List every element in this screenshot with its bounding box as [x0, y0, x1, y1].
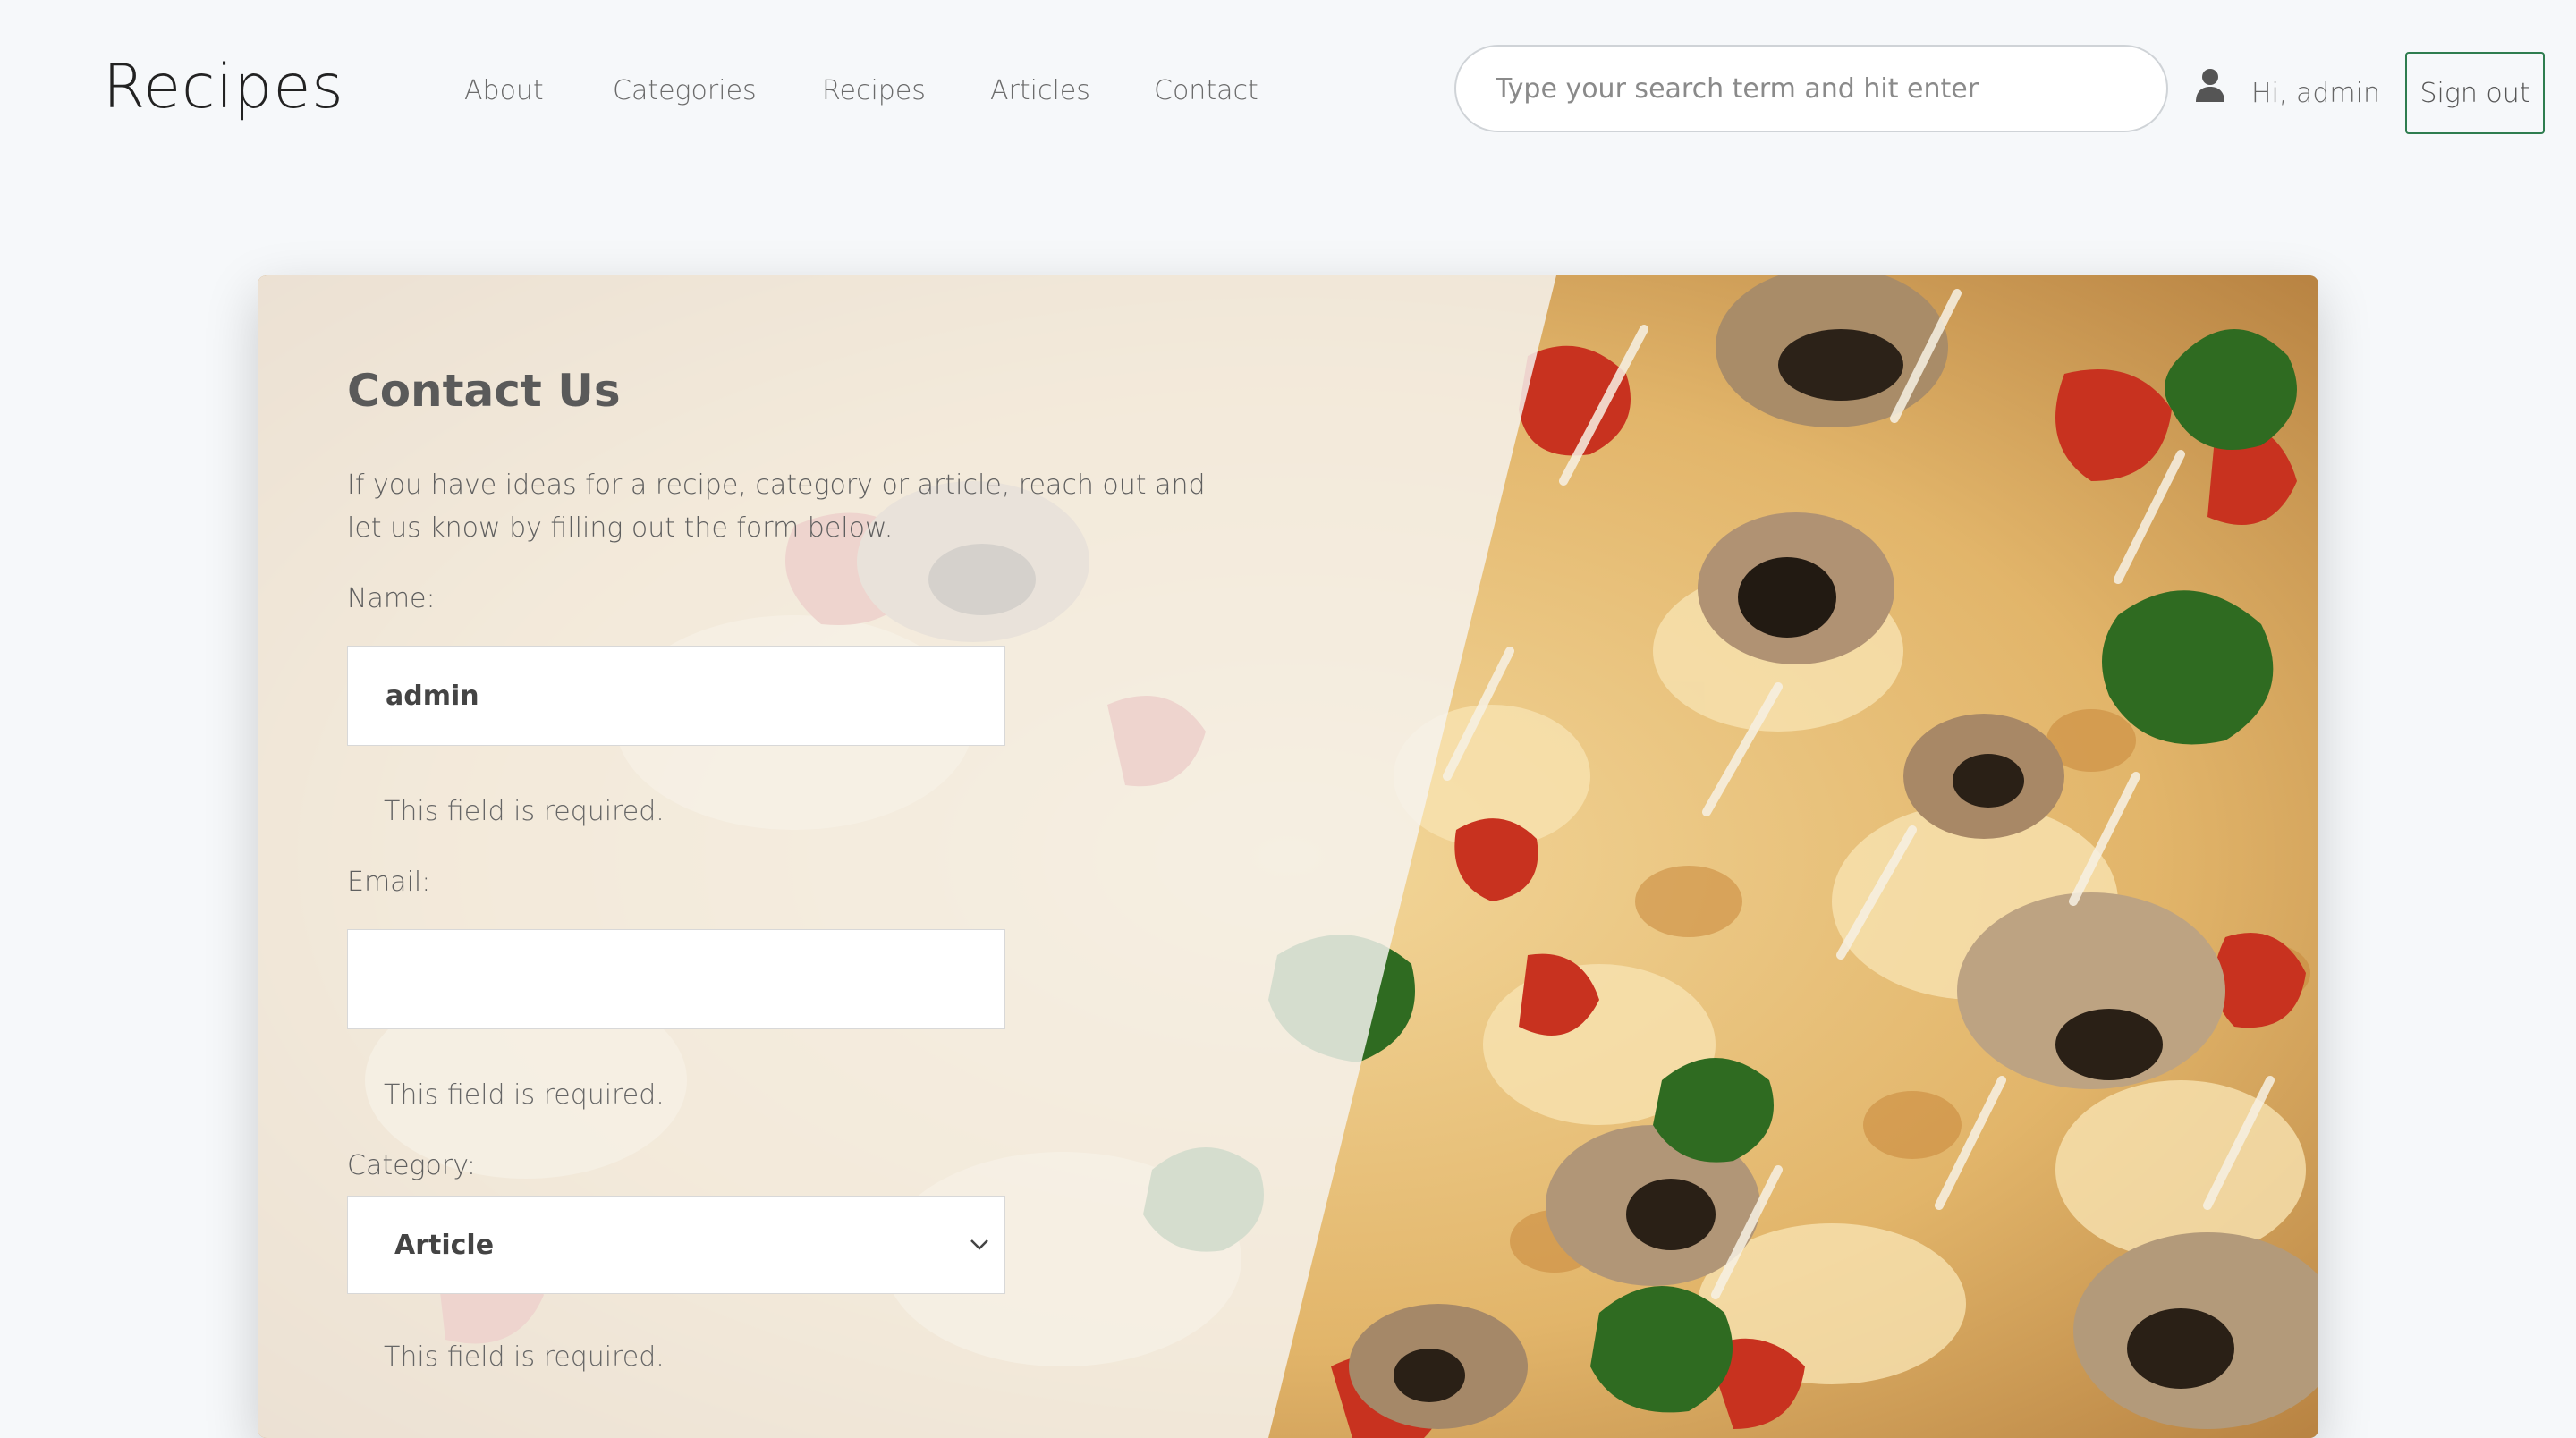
nav-link-articles[interactable]: Articles [990, 75, 1090, 106]
nav-link-recipes[interactable]: Recipes [822, 75, 926, 106]
name-error: This field is required. [384, 796, 665, 827]
name-field[interactable] [347, 646, 1005, 746]
category-select[interactable]: Article [347, 1196, 1005, 1294]
email-error: This field is required. [384, 1079, 665, 1111]
email-label: Email: [347, 867, 431, 898]
form-intro: If you have ideas for a recipe, category… [347, 469, 1206, 544]
email-field[interactable] [347, 929, 1005, 1029]
contact-card: Contact Us If you have ideas for a recip… [258, 275, 2318, 1438]
nav-link-about[interactable]: About [464, 75, 544, 106]
chevron-down-icon [970, 1239, 988, 1250]
category-label: Category: [347, 1150, 476, 1181]
sign-out-button[interactable]: Sign out [2405, 52, 2545, 134]
user-icon [2196, 69, 2224, 102]
user-greeting: Hi, admin [2251, 78, 2380, 109]
page-title: Contact Us [347, 365, 621, 417]
name-label: Name: [347, 583, 436, 614]
nav-link-contact[interactable]: Contact [1154, 75, 1258, 106]
category-error: This field is required. [384, 1341, 665, 1373]
nav-link-categories[interactable]: Categories [613, 75, 757, 106]
search-input[interactable] [1454, 45, 2168, 132]
brand-logo[interactable]: Recipes [103, 52, 344, 123]
